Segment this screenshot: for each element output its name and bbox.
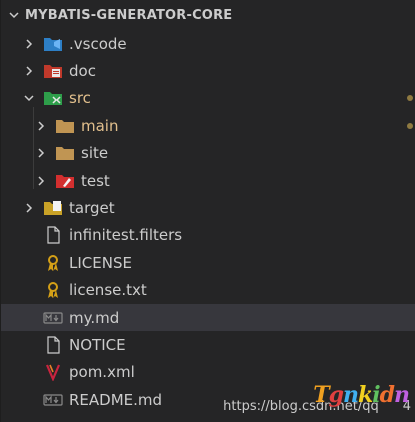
tree-item-label: target — [69, 199, 115, 218]
tree-item-label: test — [81, 171, 110, 190]
tree-item-label: NOTICE — [69, 335, 126, 354]
tree-item-target[interactable]: target — [1, 194, 415, 221]
modified-indicator — [407, 122, 413, 129]
license-icon — [43, 281, 63, 299]
chevron-right-icon[interactable] — [33, 173, 49, 189]
src-folder-icon — [43, 89, 63, 107]
vscode-folder-icon — [43, 35, 63, 53]
chevron-right-icon[interactable] — [33, 145, 49, 161]
modified-indicator — [407, 95, 413, 102]
tree-item-doc[interactable]: doc — [1, 57, 415, 84]
tree-item-src[interactable]: src — [1, 85, 415, 112]
license-icon — [43, 254, 63, 272]
maven-icon — [43, 363, 63, 382]
chevron-down-icon[interactable] — [5, 6, 23, 24]
tree-item-my-md[interactable]: my.md — [1, 303, 415, 332]
chevron-right-icon[interactable] — [21, 63, 37, 79]
tree-item-label: license.txt — [69, 281, 147, 300]
tree-item-label: README.md — [69, 390, 163, 409]
chevron-down-icon[interactable] — [21, 90, 37, 106]
tree-item-infinitest-filters[interactable]: infinitest.filters — [1, 222, 415, 249]
tree-item-label: infinitest.filters — [69, 226, 183, 245]
tree-item-main[interactable]: main — [1, 112, 415, 139]
tree-item-site[interactable]: site — [1, 140, 415, 167]
tree-item-label: main — [81, 116, 119, 135]
explorer-panel: MYBATIS-GENERATOR-CORE .vscode doc src m… — [0, 0, 415, 422]
file-icon — [43, 226, 63, 245]
file-icon — [43, 336, 63, 354]
tree-item-label: LICENSE — [69, 253, 132, 272]
tree-item-notice[interactable]: NOTICE — [1, 331, 415, 358]
test-folder-icon — [55, 172, 75, 190]
tree-item-label: src — [69, 89, 91, 108]
tree-item-license[interactable]: LICENSE — [1, 249, 415, 276]
watermark-logo: Tgnkidn — [313, 382, 410, 408]
markdown-icon — [43, 309, 63, 327]
tree-item-label: site — [81, 144, 109, 163]
chevron-right-icon[interactable] — [33, 118, 49, 134]
tree-item-license-txt[interactable]: license.txt — [1, 277, 415, 304]
chevron-right-icon[interactable] — [21, 36, 37, 52]
doc-folder-icon — [43, 62, 63, 80]
tree-item-label: doc — [69, 62, 96, 81]
tree-item-label: .vscode — [69, 34, 127, 53]
tree-item-vscode[interactable]: .vscode — [1, 30, 415, 57]
target-folder-icon — [43, 199, 63, 217]
indent-guide — [33, 107, 34, 189]
tree-item-label: pom.xml — [69, 363, 135, 382]
folder-icon — [55, 144, 75, 162]
explorer-title: MYBATIS-GENERATOR-CORE — [25, 7, 233, 23]
chevron-right-icon[interactable] — [21, 200, 37, 216]
tree-item-test[interactable]: test — [1, 167, 415, 194]
tree-item-label: my.md — [69, 308, 120, 327]
folder-icon — [55, 117, 75, 135]
markdown-icon — [43, 391, 63, 409]
explorer-header[interactable]: MYBATIS-GENERATOR-CORE — [1, 0, 415, 30]
